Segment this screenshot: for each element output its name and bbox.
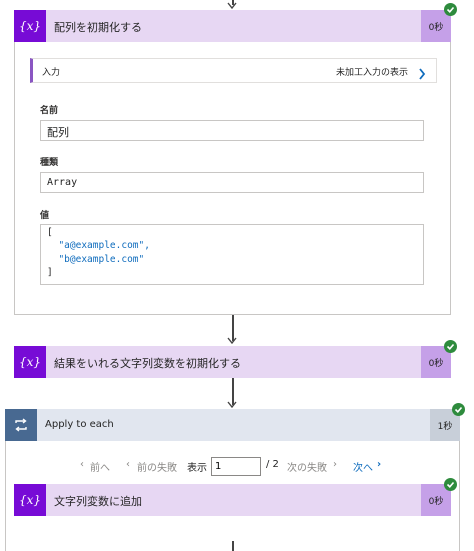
name-value: 配列 (47, 126, 69, 139)
action-title: 結果をいれる文字列変数を初期化する (54, 357, 241, 370)
type-value: Array (47, 177, 78, 188)
page-number-input[interactable] (211, 457, 261, 476)
json-line: "a@example.com", (47, 240, 150, 251)
action-title: 文字列変数に追加 (54, 495, 142, 508)
show-label: 表示 (187, 463, 207, 474)
variable-icon: {x} (14, 346, 46, 378)
next-button[interactable]: 次へ (353, 459, 373, 474)
action-header-initialize-string[interactable]: {x} 結果をいれる文字列変数を初期化する 0秒 (14, 346, 451, 378)
value-label: 値 (40, 211, 50, 221)
iteration-pager: ‹ 前へ ‹ 前の失敗 表示 / 2 次の失敗 › 次へ › (0, 457, 474, 476)
name-label: 名前 (40, 106, 59, 116)
inputs-label: 入力 (42, 68, 61, 78)
value-field: [ "a@example.com", "b@example.com" ] (40, 224, 424, 285)
page-total: / 2 (266, 459, 279, 470)
success-check-icon (452, 403, 465, 416)
action-title: 配列を初期化する (54, 21, 142, 34)
success-check-icon (444, 3, 457, 16)
previous-failed-button[interactable]: 前の失敗 (137, 459, 177, 474)
success-check-icon (444, 478, 457, 491)
arrow-down-icon (227, 2, 237, 9)
first-button[interactable]: 前へ (90, 459, 110, 474)
variable-icon: {x} (14, 484, 46, 516)
chevron-right-icon: › (333, 459, 337, 470)
action-header-initialize-array[interactable]: {x} 配列を初期化する 0秒 (14, 10, 451, 42)
json-line: "b@example.com" (47, 254, 145, 265)
chevron-left-icon: ‹ (126, 459, 130, 470)
chevron-right-icon[interactable]: › (377, 459, 381, 470)
chevron-right-icon[interactable] (418, 65, 426, 84)
action-header-append-string[interactable]: {x} 文字列変数に追加 0秒 (14, 484, 451, 516)
json-line: [ (47, 227, 53, 238)
arrow-down-icon (227, 337, 237, 344)
variable-icon: {x} (14, 10, 46, 42)
next-failed-button[interactable]: 次の失敗 (287, 459, 327, 474)
chevron-left-icon: ‹ (80, 459, 84, 470)
success-check-icon (444, 340, 457, 353)
type-field: Array (40, 172, 424, 193)
type-label: 種類 (40, 158, 59, 168)
apply-to-each-header[interactable]: Apply to each 1秒 (5, 409, 460, 441)
json-line: ] (47, 267, 53, 278)
connector-line (232, 541, 234, 551)
loop-title: Apply to each (45, 419, 114, 430)
loop-icon (5, 409, 37, 441)
name-field: 配列 (40, 120, 424, 141)
show-raw-inputs-link[interactable]: 未加工入力の表示 (336, 65, 408, 78)
arrow-down-icon (227, 401, 237, 408)
inputs-section-header: 入力 未加工入力の表示 (30, 58, 437, 83)
